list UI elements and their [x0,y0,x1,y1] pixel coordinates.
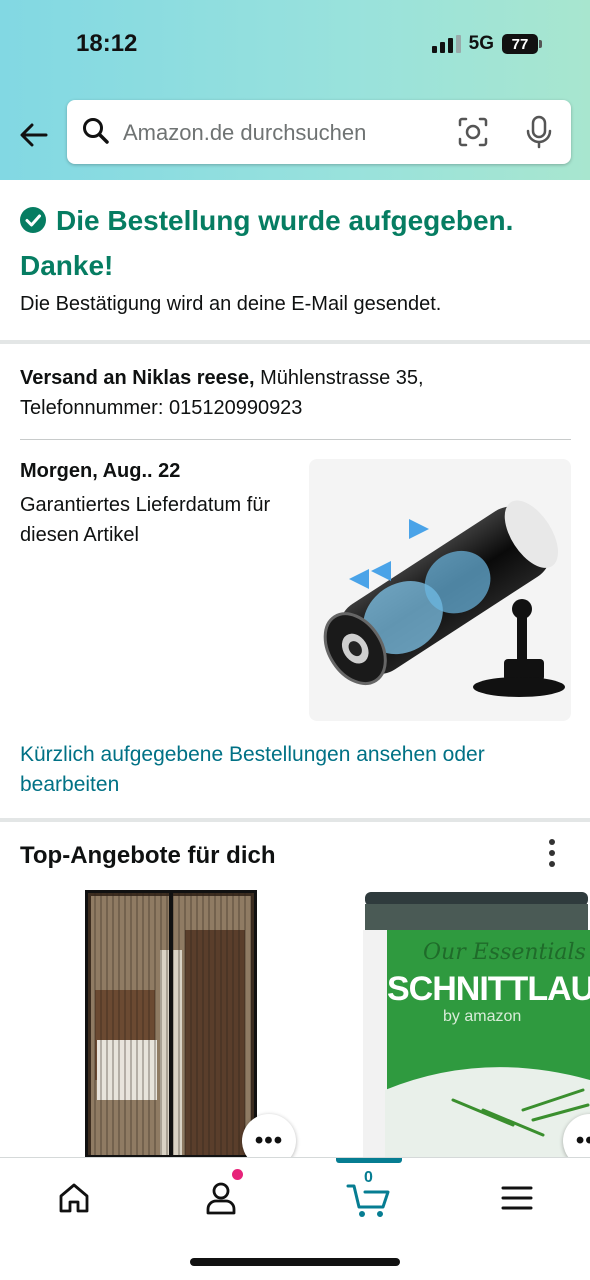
more-options-icon[interactable] [538,837,566,871]
signal-icon [431,35,461,53]
chives-brand: Our Essentials [423,940,586,965]
camera-search-icon[interactable] [457,116,489,148]
confirmation-title: Die Bestellung wurde aufgegeben. Danke! [20,198,560,288]
fly-screen-door-image [85,890,257,1158]
account-icon[interactable] [199,1176,243,1220]
microphone-icon[interactable] [522,114,556,150]
chives-by-label: by amazon [443,1008,522,1025]
status-icons: 5G 77 [431,33,542,55]
delivery-date: Morgen, Aug.. 22 [20,460,181,482]
confirmation-title-text: Die Bestellung wurde aufgegeben. Danke! [20,205,514,281]
confirmation-subtitle: Die Bestätigung wird an deine E-Mail ges… [20,293,442,315]
battery-level: 77 [502,34,538,54]
home-indicator[interactable] [190,1258,400,1266]
network-type: 5G [468,33,494,54]
shipping-label: Versand an Niklas reese, [20,367,255,389]
deal-card-fly-screen[interactable] [85,890,257,1158]
deals-title: Top-Angebote für dich [20,842,276,869]
notification-badge [232,1169,243,1180]
delivery-note: Garantiertes Lieferdatum für diesen Arti… [20,494,271,546]
cart-count: 0 [364,1169,373,1186]
search-icon [83,118,109,144]
product-image[interactable] [309,459,571,721]
recent-orders-link[interactable]: Kürzlich aufgegebene Bestellungen ansehe… [20,740,560,800]
deal-card-chives[interactable]: Our Essentials SCHNITTLAUCH by amazon [363,890,590,1158]
divider [20,439,571,440]
chives-product-name: SCHNITTLAUCH [387,970,590,1008]
active-tab-indicator [336,1158,402,1163]
shipping-address: Versand an Niklas reese, Mühlenstrasse 3… [20,363,560,423]
back-arrow-icon[interactable] [16,117,52,153]
top-bar: 18:12 5G 77 Amazon.de durchsuchen [0,0,590,180]
section-divider [0,818,590,822]
search-bar[interactable]: Amazon.de durchsuchen [67,100,571,164]
status-time: 18:12 [76,30,138,57]
check-circle-icon [20,207,46,233]
search-input[interactable]: Amazon.de durchsuchen [123,120,366,146]
home-icon[interactable] [52,1176,96,1220]
battery-icon: 77 [502,34,542,54]
menu-icon[interactable] [495,1176,539,1220]
section-divider [0,340,590,344]
